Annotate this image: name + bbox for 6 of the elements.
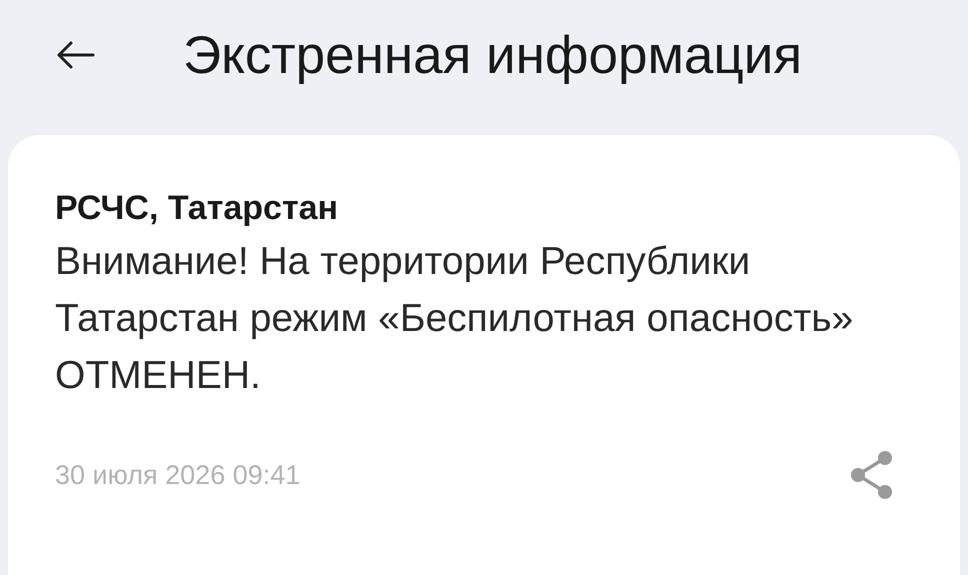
share-icon[interactable] (849, 450, 895, 500)
sender-name: РСЧС, Татарстан (55, 188, 340, 229)
timestamp: 30 июля 2026 09:41 (55, 458, 300, 492)
back-icon[interactable] (55, 40, 95, 70)
message-text: Внимание! На территории Республики Татарстан режим «Беспилотная опасность» ОТМЕНЕН. (55, 239, 854, 399)
screen-title: Экстренная информация (183, 28, 802, 82)
